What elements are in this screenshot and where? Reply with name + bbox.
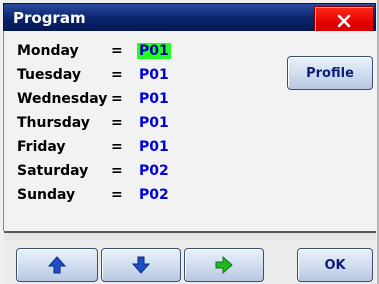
day-label: Saturday: [17, 163, 89, 179]
day-label: Sunday: [17, 187, 76, 203]
close-icon: [337, 14, 351, 27]
equals-sign: =: [111, 115, 123, 131]
ok-label: OK: [324, 257, 346, 273]
program-window: Program Monday = P01 Tuesday = P01 Wedne…: [0, 0, 379, 284]
equals-sign: =: [111, 187, 123, 203]
move-up-button[interactable]: [16, 248, 98, 282]
move-down-button[interactable]: [101, 248, 181, 282]
day-label: Thursday: [17, 115, 90, 131]
day-label: Friday: [17, 139, 66, 155]
program-value[interactable]: P01: [139, 137, 169, 157]
next-button[interactable]: [184, 248, 264, 282]
equals-sign: =: [111, 139, 123, 155]
day-label: Monday: [17, 43, 79, 59]
program-value[interactable]: P01: [139, 89, 169, 109]
ok-button[interactable]: OK: [297, 248, 373, 282]
arrow-right-icon: [215, 255, 233, 275]
program-value[interactable]: P02: [139, 161, 169, 181]
equals-sign: =: [111, 67, 123, 83]
day-label: Wednesday: [17, 91, 108, 107]
equals-sign: =: [111, 91, 123, 107]
toolbar-separator: [4, 231, 376, 240]
arrow-up-icon: [47, 256, 67, 274]
arrow-down-icon: [131, 256, 151, 274]
profile-button[interactable]: Profile: [287, 56, 373, 90]
program-value[interactable]: P02: [139, 185, 169, 205]
window-title: Program: [13, 9, 86, 27]
program-value[interactable]: P01: [139, 65, 169, 85]
program-value-selected[interactable]: P01: [137, 43, 171, 59]
day-label: Tuesday: [17, 67, 81, 83]
equals-sign: =: [111, 163, 123, 179]
equals-sign: =: [111, 43, 123, 59]
bottom-toolbar: OK: [4, 240, 376, 284]
program-value[interactable]: P01: [139, 113, 169, 133]
